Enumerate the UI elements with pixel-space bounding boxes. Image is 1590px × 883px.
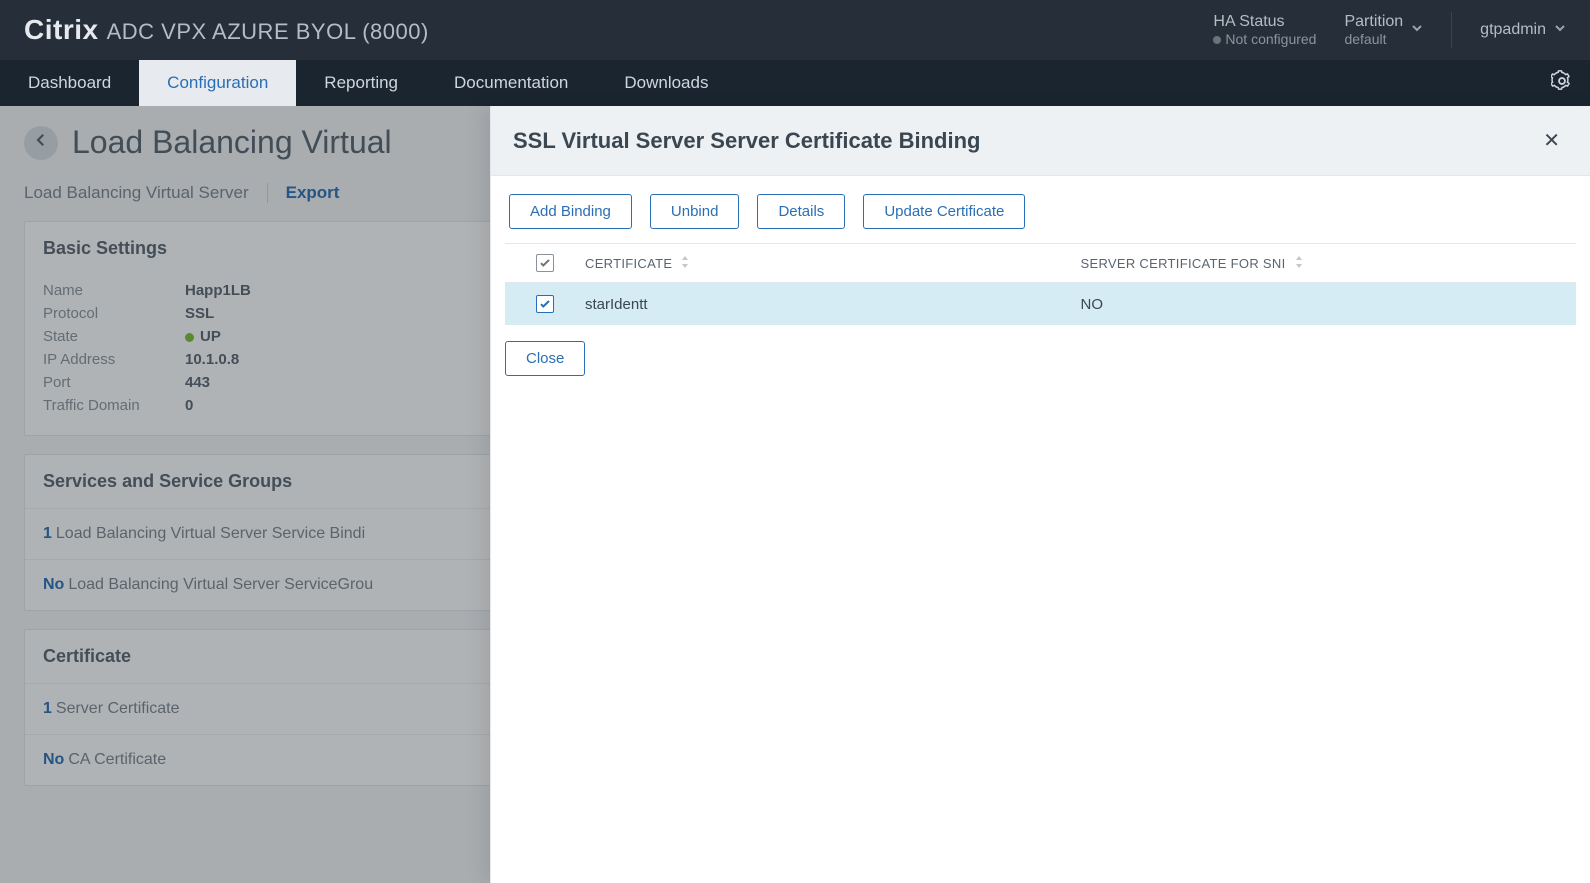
tab-reporting[interactable]: Reporting [296, 60, 426, 106]
cell-certificate: starIdentt [585, 296, 1081, 313]
brand-product: ADC VPX AZURE BYOL (8000) [107, 19, 429, 45]
partition-value: default [1344, 31, 1403, 47]
sheet-title: SSL Virtual Server Server Certificate Bi… [513, 128, 980, 154]
spacer [736, 60, 1534, 106]
details-button[interactable]: Details [757, 194, 845, 229]
close-button-secondary[interactable]: Close [505, 341, 585, 376]
status-dot-icon [1213, 36, 1221, 44]
sort-icon [1294, 255, 1304, 272]
user-menu[interactable]: gtpadmin [1480, 21, 1566, 39]
table-header: CERTIFICATE SERVER CERTIFICATE FOR SNI [505, 244, 1576, 283]
brand-left: Citrix ADC VPX AZURE BYOL (8000) [24, 14, 429, 46]
chevron-down-icon [1554, 21, 1566, 39]
row-select-cell [505, 295, 585, 313]
brand-bar: Citrix ADC VPX AZURE BYOL (8000) HA Stat… [0, 0, 1590, 60]
th-certificate[interactable]: CERTIFICATE [585, 255, 1081, 272]
tab-documentation[interactable]: Documentation [426, 60, 596, 106]
ha-status-label: HA Status [1213, 13, 1316, 31]
table-row[interactable]: starIdentt NO [505, 283, 1576, 325]
select-all-checkbox[interactable] [536, 254, 554, 272]
sheet-lower: Close [505, 325, 1576, 376]
partition-label: Partition [1344, 13, 1403, 31]
unbind-button[interactable]: Unbind [650, 194, 740, 229]
th-label: SERVER CERTIFICATE FOR SNI [1081, 256, 1286, 271]
action-button-row: Add Binding Unbind Details Update Certif… [505, 194, 1576, 243]
sheet-header: SSL Virtual Server Server Certificate Bi… [491, 106, 1590, 176]
tab-downloads[interactable]: Downloads [596, 60, 736, 106]
gear-icon [1551, 70, 1573, 97]
close-button[interactable]: ✕ [1535, 124, 1568, 157]
binding-table: CERTIFICATE SERVER CERTIFICATE FOR SNI [505, 243, 1576, 325]
update-certificate-button[interactable]: Update Certificate [863, 194, 1025, 229]
sort-icon [680, 255, 690, 272]
tab-configuration[interactable]: Configuration [139, 60, 296, 106]
close-icon: ✕ [1543, 130, 1560, 152]
th-sni[interactable]: SERVER CERTIFICATE FOR SNI [1081, 255, 1577, 272]
divider [1451, 12, 1452, 48]
side-sheet: SSL Virtual Server Server Certificate Bi… [490, 106, 1590, 883]
sheet-body: Add Binding Unbind Details Update Certif… [491, 176, 1590, 394]
th-label: CERTIFICATE [585, 256, 672, 271]
ha-status: HA Status Not configured [1213, 13, 1316, 47]
settings-gear-button[interactable] [1534, 60, 1590, 106]
partition-selector[interactable]: Partition default [1344, 13, 1423, 47]
nav-bar: Dashboard Configuration Reporting Docume… [0, 60, 1590, 106]
chevron-down-icon [1411, 21, 1423, 39]
ha-status-value: Not configured [1213, 31, 1316, 47]
th-select-all [505, 254, 585, 272]
tab-dashboard[interactable]: Dashboard [0, 60, 139, 106]
cell-sni: NO [1081, 296, 1577, 313]
brand-right: HA Status Not configured Partition defau… [1213, 12, 1566, 48]
brand-name: Citrix [24, 14, 99, 46]
row-checkbox[interactable] [536, 295, 554, 313]
add-binding-button[interactable]: Add Binding [509, 194, 632, 229]
user-name: gtpadmin [1480, 21, 1546, 39]
